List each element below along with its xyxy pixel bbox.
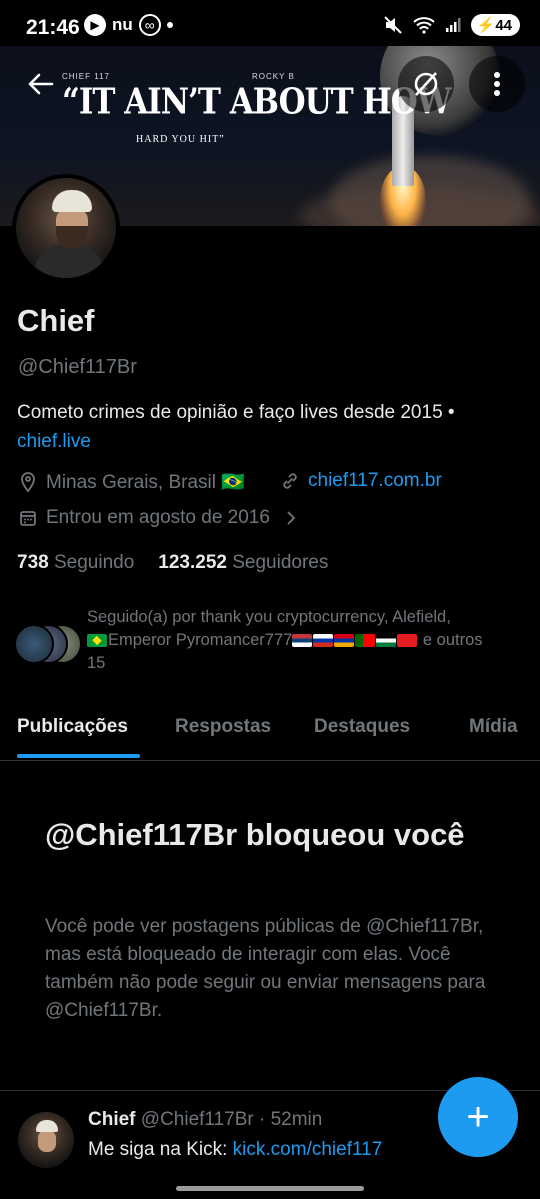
follow-counts: 738 Seguindo 123.252 Seguidores (17, 552, 328, 574)
followers-count[interactable]: 123.252 Seguidores (158, 552, 328, 574)
status-system-icons: ⚡44 (383, 14, 520, 36)
app-notification-icon: ∞ (138, 14, 161, 36)
avatar-photo (16, 178, 116, 278)
compose-button[interactable]: + (438, 1077, 518, 1157)
joined-text: Entrou em agosto de 2016 (46, 507, 270, 528)
location-pin-icon (21, 472, 35, 493)
chevron-right-icon (287, 511, 296, 525)
active-tab-indicator (17, 754, 140, 758)
followed-by-line-2: Emperor Pyromancer777 (108, 631, 293, 649)
following-count[interactable]: 738 Seguindo (17, 552, 134, 574)
profile-handle: @Chief117Br (18, 356, 137, 378)
more-options-button[interactable] (469, 56, 525, 112)
flag-russia-icon (313, 634, 334, 648)
profile-joined[interactable]: Entrou em agosto de 2016 (18, 507, 298, 529)
flag-brazil-icon (87, 634, 107, 648)
followed-by-line-4: 15 (87, 654, 106, 672)
followed-by-avatars[interactable] (14, 604, 84, 674)
more-notifications-dot-icon (166, 22, 173, 28)
more-vertical-icon (494, 72, 500, 96)
flag-portugal-icon (355, 634, 376, 648)
link-icon (283, 473, 297, 489)
arrow-left-icon (28, 73, 54, 95)
followed-by-text[interactable]: Seguido(a) por thank you cryptocurrency,… (87, 606, 527, 675)
followers-number: 123.252 (158, 552, 227, 573)
status-notifications: ▶ nu ∞ (84, 14, 173, 36)
banner-small-right: ROCKY B (252, 72, 295, 81)
profile-location: Minas Gerais, Brasil 🇧🇷 (18, 470, 245, 494)
profile-bio: Cometo crimes de opinião e faço lives de… (17, 398, 522, 456)
banner-headline: “IT AIN’T ABOUT HOW (62, 81, 452, 123)
nubank-icon: nu (112, 15, 133, 34)
avatar-cap (52, 190, 92, 212)
followed-by-line-1: Seguido(a) por thank you cryptocurrency,… (87, 608, 451, 626)
tweet-link[interactable]: kick.com/chief117 (233, 1139, 383, 1160)
mute-icon (383, 16, 402, 34)
flag-serbia-icon (292, 634, 313, 648)
following-label: Seguindo (53, 552, 135, 573)
calendar-icon (20, 511, 36, 526)
tweet-author-name: Chief (88, 1109, 136, 1130)
play-icon: ▶ (84, 14, 106, 36)
blocked-title: @Chief117Br bloqueou você (45, 817, 465, 852)
banner-small-left: CHIEF 117 (62, 72, 110, 81)
followed-by-line-3: e outros (422, 631, 483, 649)
grok-button[interactable] (398, 56, 454, 112)
tweet-header[interactable]: Chief @Chief117Br · 52min (88, 1109, 322, 1131)
battery-level: 44 (495, 17, 512, 34)
tab-destaques[interactable]: Destaques (314, 716, 410, 738)
bio-link[interactable]: chief.live (17, 431, 91, 452)
avatar-shirt (34, 244, 104, 278)
profile-avatar[interactable] (12, 174, 120, 282)
flag-albania-icon (397, 634, 418, 648)
bio-text: Cometo crimes de opinião e faço lives de… (17, 402, 455, 423)
tweet-avatar-face (38, 1130, 56, 1152)
blocked-body: Você pode ver postagens públicas de @Chi… (45, 916, 486, 1021)
follower-avatar (14, 624, 54, 664)
tweet-text[interactable]: Me siga na Kick: kick.com/chief117 (88, 1139, 382, 1161)
battery-icon: ⚡44 (470, 14, 520, 36)
banner-subline: HARD YOU HIT” (136, 134, 225, 145)
profile-website[interactable]: chief117.com.br (280, 470, 442, 492)
status-time: 21:46 (26, 16, 80, 39)
tweet-avatar[interactable] (18, 1112, 74, 1168)
following-number: 738 (17, 552, 49, 573)
tab-respostas[interactable]: Respostas (175, 716, 271, 738)
tweet-handle-time: @Chief117Br · 52min (140, 1109, 323, 1130)
tweet-body: Me siga na Kick: (88, 1139, 233, 1160)
wifi-icon (412, 17, 435, 34)
tab-publicacoes[interactable]: Publicações (17, 716, 128, 738)
plus-icon: + (466, 1094, 490, 1139)
flag-palestine-icon (376, 634, 397, 648)
flag-armenia-icon (334, 634, 355, 648)
profile-tabs: Publicações Respostas Destaques Mídia (0, 700, 540, 761)
location-text: Minas Gerais, Brasil 🇧🇷 (46, 472, 245, 493)
tab-midia[interactable]: Mídia (469, 716, 518, 738)
back-button[interactable] (12, 56, 68, 112)
website-link[interactable]: chief117.com.br (308, 470, 442, 492)
grok-icon (414, 72, 438, 96)
profile-name: Chief (17, 303, 95, 338)
tweet-avatar-cap (36, 1120, 58, 1132)
signal-icon (445, 18, 461, 32)
home-indicator[interactable] (176, 1186, 364, 1191)
followers-label: Seguidores (232, 552, 329, 573)
